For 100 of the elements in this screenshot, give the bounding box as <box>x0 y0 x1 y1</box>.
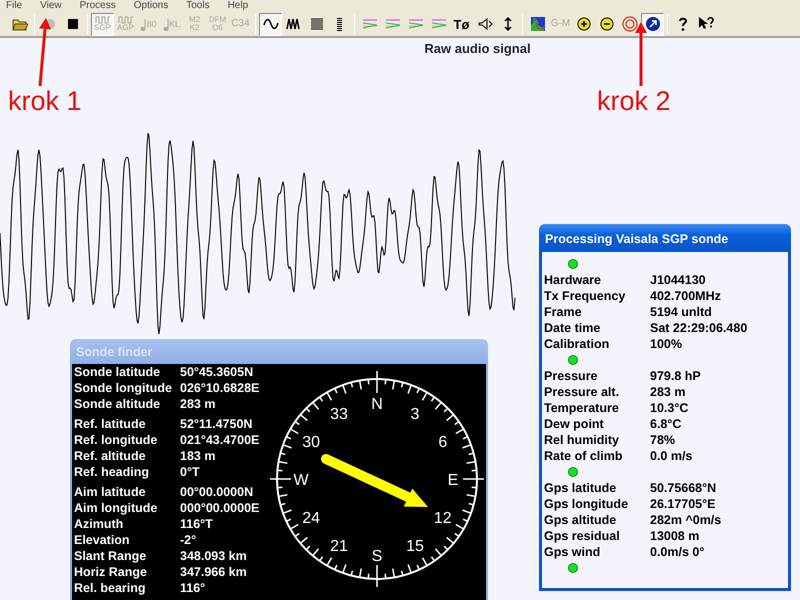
compass-label: 33 <box>330 406 348 424</box>
menu-item[interactable]: File <box>6 0 22 12</box>
field-label: Horiz Range <box>74 564 148 580</box>
map-icon <box>530 16 546 32</box>
field-value: Sat 22:29:06.480 <box>650 320 748 336</box>
field-label: Gps latitude <box>544 480 618 496</box>
field-label: Ref. altitude <box>74 448 147 464</box>
field-label: Slant Range <box>74 548 148 564</box>
field-label: Gps residual <box>544 528 621 544</box>
field-value: 50°45.3605N <box>180 364 254 380</box>
field-label: Elevation <box>74 532 131 548</box>
field-value: 979.8 hP <box>650 368 701 384</box>
field-value: 78% <box>650 432 676 448</box>
field-value: 347.966 km <box>180 564 247 580</box>
toolbar-button[interactable]: Tø <box>450 12 473 36</box>
field-label: Sonde longitude <box>74 380 173 396</box>
field-value: 50.75668°N <box>650 480 716 496</box>
arrow-button[interactable] <box>641 12 664 36</box>
field-label: Frame <box>544 304 583 320</box>
field-label: Pressure <box>544 368 599 384</box>
pointer-question-icon <box>698 16 714 32</box>
field-label: Aim latitude <box>74 484 147 500</box>
field-value: J1044130 <box>650 272 706 288</box>
sine-wave-button[interactable] <box>259 12 282 36</box>
compass-label: 21 <box>330 538 348 555</box>
menu-item[interactable]: Process <box>80 0 116 12</box>
square-wave-icon <box>118 16 134 24</box>
field-label: Hardware <box>544 272 602 288</box>
menu-item[interactable]: View <box>40 0 62 12</box>
field-label: Ref. latitude <box>74 416 147 432</box>
field-label: Rel. bearing <box>74 580 147 596</box>
speaker-icon <box>476 16 492 32</box>
zoom-in-icon <box>576 16 592 32</box>
field-label: Gps longitude <box>544 496 630 512</box>
annotation-arrow <box>38 18 51 86</box>
compass-label: S <box>372 548 382 565</box>
field-label: Gps wind <box>544 544 602 560</box>
compass-label: 30 <box>302 434 320 451</box>
field-value: 000°00.0000E <box>180 500 260 516</box>
field-value: 5194 unltd <box>650 304 712 320</box>
annotation-text: krok 1 <box>8 86 82 116</box>
field-value: 026°10.6828E <box>180 380 260 396</box>
field-value: 116° <box>180 580 206 596</box>
menu-item[interactable]: Help <box>228 0 248 12</box>
zoom-out-icon <box>598 16 614 32</box>
field-value: 348.093 km <box>180 548 247 564</box>
field-label: Date time <box>544 320 602 336</box>
field-value: 26.17705°E <box>650 496 716 512</box>
lines-icon <box>337 16 342 32</box>
field-value: 183 m <box>180 448 216 464</box>
compass-label: 15 <box>406 538 424 555</box>
field-value: -2° <box>180 532 196 548</box>
field-label: Pressure alt. <box>544 384 620 400</box>
field-label: Sonde altitude <box>74 396 162 412</box>
compass-label: N <box>371 396 383 413</box>
arrow-circle-icon <box>644 16 660 32</box>
field-value: 0.0 m/s <box>650 448 692 464</box>
field-label: Sonde latitude <box>74 364 162 380</box>
field-value: 0.0m/s 0° <box>650 544 704 560</box>
field-value: 10.3°C <box>650 400 688 416</box>
sine-wave-icon <box>262 16 278 32</box>
field-value: 00°00.0000N <box>180 484 254 500</box>
field-value: 116°T <box>180 516 213 532</box>
field-label: Ref. heading <box>74 464 150 480</box>
field-value: 283 m <box>650 384 686 400</box>
window-title-bar[interactable]: Sonde finder <box>70 339 488 364</box>
wave-icon <box>286 16 302 32</box>
field-value: 282m ^0m/s <box>650 512 722 528</box>
lines-icon <box>308 16 324 32</box>
field-label: Azimuth <box>74 516 124 532</box>
field-label: Tx Frequency <box>544 288 626 304</box>
field-value: 283 m <box>180 396 216 412</box>
music-note-icon <box>140 16 146 32</box>
compass-label: 24 <box>302 510 320 527</box>
field-label: Ref. longitude <box>74 432 158 448</box>
field-label: Calibration <box>544 336 610 352</box>
field-label: Aim longitude <box>74 500 158 516</box>
music-note-icon <box>162 16 169 32</box>
field-label: Rel humidity <box>544 432 620 448</box>
menu-item[interactable]: Options <box>134 0 168 12</box>
field-value: 6.8°C <box>650 416 682 432</box>
compass-label: 12 <box>434 510 452 527</box>
window-title-bar[interactable]: Processing Vaisala SGP sonde <box>539 224 791 252</box>
compass-label: 3 <box>410 406 420 424</box>
field-value: 021°43.4700E <box>180 432 260 448</box>
field-label: Temperature <box>544 400 620 416</box>
compass-label: W <box>293 472 309 489</box>
field-label: Dew point <box>544 416 605 432</box>
field-value: 0°T <box>180 464 200 480</box>
compass-label: E <box>448 472 458 489</box>
menu-item[interactable]: Tools <box>186 0 210 12</box>
annotation-arrow <box>635 22 647 86</box>
annotation-text: krok 2 <box>597 86 671 116</box>
field-value: 100% <box>650 336 682 352</box>
field-label: Rate of climb <box>544 448 624 464</box>
field-value: 402.700MHz <box>650 288 721 304</box>
chart-title: Raw audio signal <box>424 40 531 58</box>
compass-label: 6 <box>438 434 448 451</box>
field-label: Gps altitude <box>544 512 618 528</box>
field-value: 52°11.4750N <box>180 416 252 432</box>
